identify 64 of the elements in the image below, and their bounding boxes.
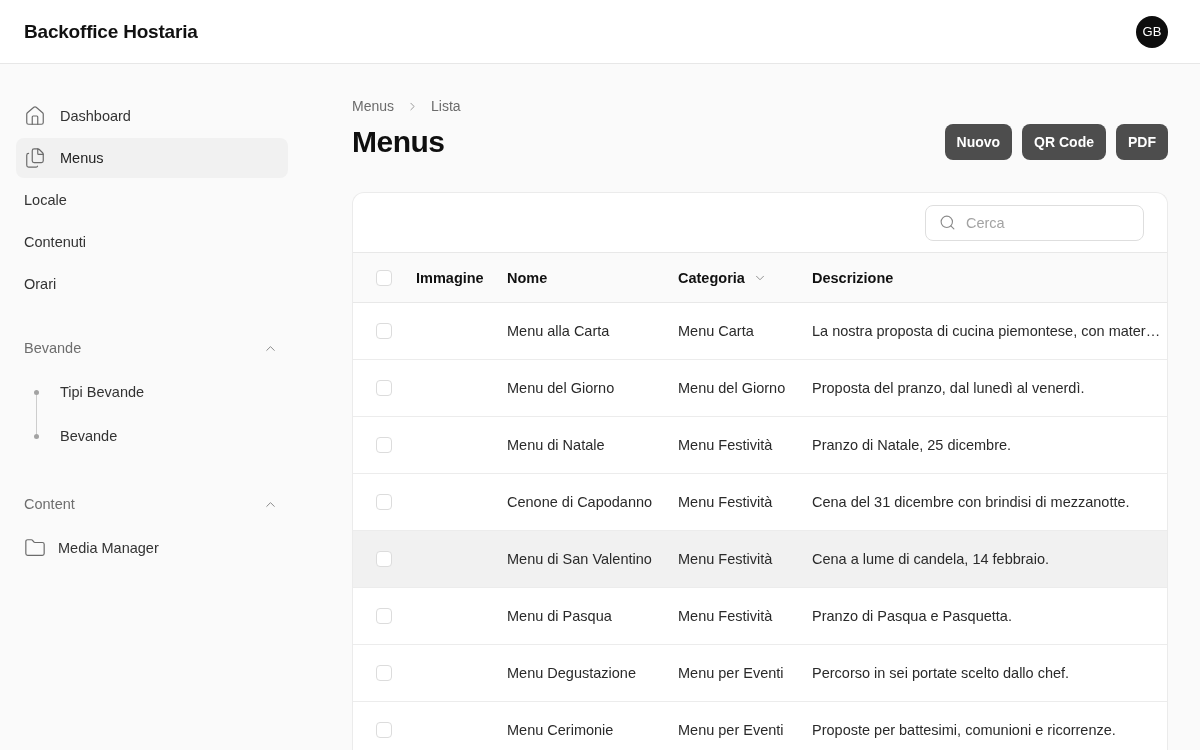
table-cell-text: Menu per Eventi — [678, 722, 785, 738]
table-cell-text: Menu Carta — [678, 323, 755, 339]
table-cell-text: Menu del Giorno — [678, 380, 787, 396]
table-cell-text: Menu Festività — [678, 551, 774, 567]
nav-item[interactable]: Media Manager — [16, 528, 288, 568]
group-toggle[interactable]: Bevande — [16, 328, 288, 368]
table-cell-text: Proposte per battesimi, comunioni e ricorrenze. — [812, 722, 1117, 738]
search-field[interactable]: Cerca — [925, 204, 1144, 241]
table-cell-text: Menu di Pasqua — [507, 608, 613, 624]
select-all-checkbox[interactable] — [376, 269, 392, 286]
group-toggle[interactable]: Content — [16, 484, 288, 524]
row-checkbox[interactable] — [376, 380, 392, 396]
row-checkbox[interactable] — [376, 608, 392, 624]
table-row[interactable]: Menu di San Valentino Menu Festività Cena a lume di candela, 14 febbraio. — [353, 531, 1167, 588]
table-cell-text: Menu di San Valentino — [507, 551, 653, 567]
tree-line — [35, 394, 37, 434]
table-cell-text: Menu del Giorno — [507, 380, 616, 396]
table-cell-text: Cenone di Capodanno — [507, 494, 654, 510]
bullet-icon — [33, 389, 39, 395]
folder-icon — [24, 537, 46, 559]
user-avatar[interactable]: GB — [1136, 15, 1168, 48]
action-button[interactable]: QR Code — [1022, 124, 1106, 160]
table-cell-text: La nostra proposta di cucina piemontese, con mater… — [812, 323, 1162, 339]
page-title: Menus — [352, 125, 445, 159]
table-cell-text: Cena a lume di candela, 14 febbraio. — [812, 551, 1050, 567]
search-icon — [939, 214, 956, 231]
nav-item[interactable]: Menus — [16, 138, 288, 178]
bullet-icon — [33, 433, 39, 439]
sortable-column-header[interactable]: Categoria — [678, 269, 767, 286]
table-cell-text: Pranzo di Natale, 25 dicembre. — [812, 437, 1013, 453]
table-cell-text: Menu Degustazione — [507, 665, 637, 681]
nav-item[interactable]: Locale — [16, 180, 288, 220]
table-cell-text: Cena del 31 dicembre con brindisi di mezzanotte. — [812, 494, 1131, 510]
column-header: Nome — [507, 269, 548, 286]
nav-item[interactable]: Dashboard — [16, 96, 288, 136]
column-header: Immagine — [416, 269, 484, 286]
nav-item[interactable]: Contenuti — [16, 222, 288, 262]
breadcrumb-link[interactable]: Menus — [352, 98, 395, 114]
table-cell-text: Menu Cerimonie — [507, 722, 615, 738]
row-checkbox[interactable] — [376, 551, 392, 567]
table-cell-text: Menu per Eventi — [678, 665, 785, 681]
table-cell-text: Proposta del pranzo, dal lunedì al venerdì. — [812, 380, 1086, 396]
app-title: Backoffice Hostaria — [24, 20, 198, 43]
row-checkbox[interactable] — [376, 494, 392, 510]
column-header: Descrizione — [812, 269, 894, 286]
nav-item[interactable]: Orari — [16, 264, 288, 304]
action-button[interactable]: Nuovo — [944, 124, 1013, 160]
table-cell-text: Menu Festività — [678, 608, 774, 624]
documents-icon — [24, 147, 46, 169]
table-cell-text: Menu Festività — [678, 437, 774, 453]
row-checkbox[interactable] — [376, 665, 392, 681]
row-checkbox[interactable] — [376, 437, 392, 453]
row-checkbox[interactable] — [376, 722, 392, 738]
table-cell-text: Menu Festività — [678, 494, 774, 510]
nav-item[interactable]: Tipi Bevande — [16, 372, 288, 412]
action-button[interactable]: PDF — [1116, 124, 1168, 160]
table-cell-text: Menu alla Carta — [507, 323, 611, 339]
nav-item[interactable]: Bevande — [16, 416, 288, 456]
table-cell-text: Pranzo di Pasqua e Pasquetta. — [812, 608, 1013, 624]
row-checkbox[interactable] — [376, 323, 392, 339]
breadcrumb-current: Lista — [431, 98, 461, 114]
table-cell-text: Menu di Natale — [507, 437, 606, 453]
home-icon — [24, 105, 46, 127]
table-cell-text: Percorso in sei portate scelto dallo chef. — [812, 665, 1071, 681]
